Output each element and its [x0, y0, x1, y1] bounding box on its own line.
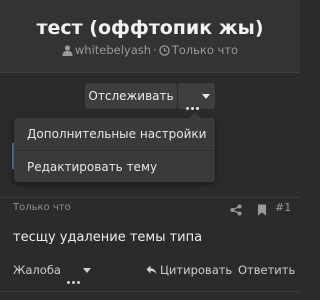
reply-arrow-icon [146, 264, 157, 278]
topic-time: Только что [171, 43, 239, 57]
ellipsis-icon [67, 269, 82, 288]
bookmark-icon[interactable] [257, 201, 267, 220]
topic-author-link[interactable]: whitebelyash [75, 43, 151, 57]
chevron-down-icon [83, 268, 91, 273]
menu-item-advanced-settings[interactable]: Дополнительные настройки [14, 118, 215, 150]
topic-header: тест (оффтопик жы) whitebelyash · Только … [0, 0, 300, 73]
post-number[interactable]: #1 [275, 201, 291, 214]
post-divider [0, 197, 300, 198]
meta-separator: · [153, 43, 157, 57]
post-bottom-divider [0, 291, 300, 292]
post-content: тесщу удаление темы типа [13, 230, 203, 245]
clock-icon [158, 45, 170, 59]
report-button[interactable]: Жалоба [13, 263, 61, 277]
user-icon [62, 45, 73, 59]
more-options-button[interactable] [177, 83, 215, 110]
post-more-button[interactable] [67, 263, 91, 284]
topic-title: тест (оффтопик жы) [36, 17, 264, 39]
menu-item-edit-topic[interactable]: Редактировать тему [14, 150, 215, 182]
topic-meta: whitebelyash · Только что [0, 43, 300, 59]
chevron-down-icon [202, 94, 210, 99]
follow-button[interactable]: Отслеживать [85, 83, 177, 109]
quote-label: Цитировать [160, 263, 233, 277]
quote-button[interactable]: Цитировать [146, 263, 232, 278]
post-time[interactable]: Только что [13, 202, 71, 213]
share-icon[interactable] [230, 201, 242, 220]
options-menu: Дополнительные настройки Редактировать т… [14, 112, 215, 182]
reply-button[interactable]: Ответить [238, 263, 295, 277]
